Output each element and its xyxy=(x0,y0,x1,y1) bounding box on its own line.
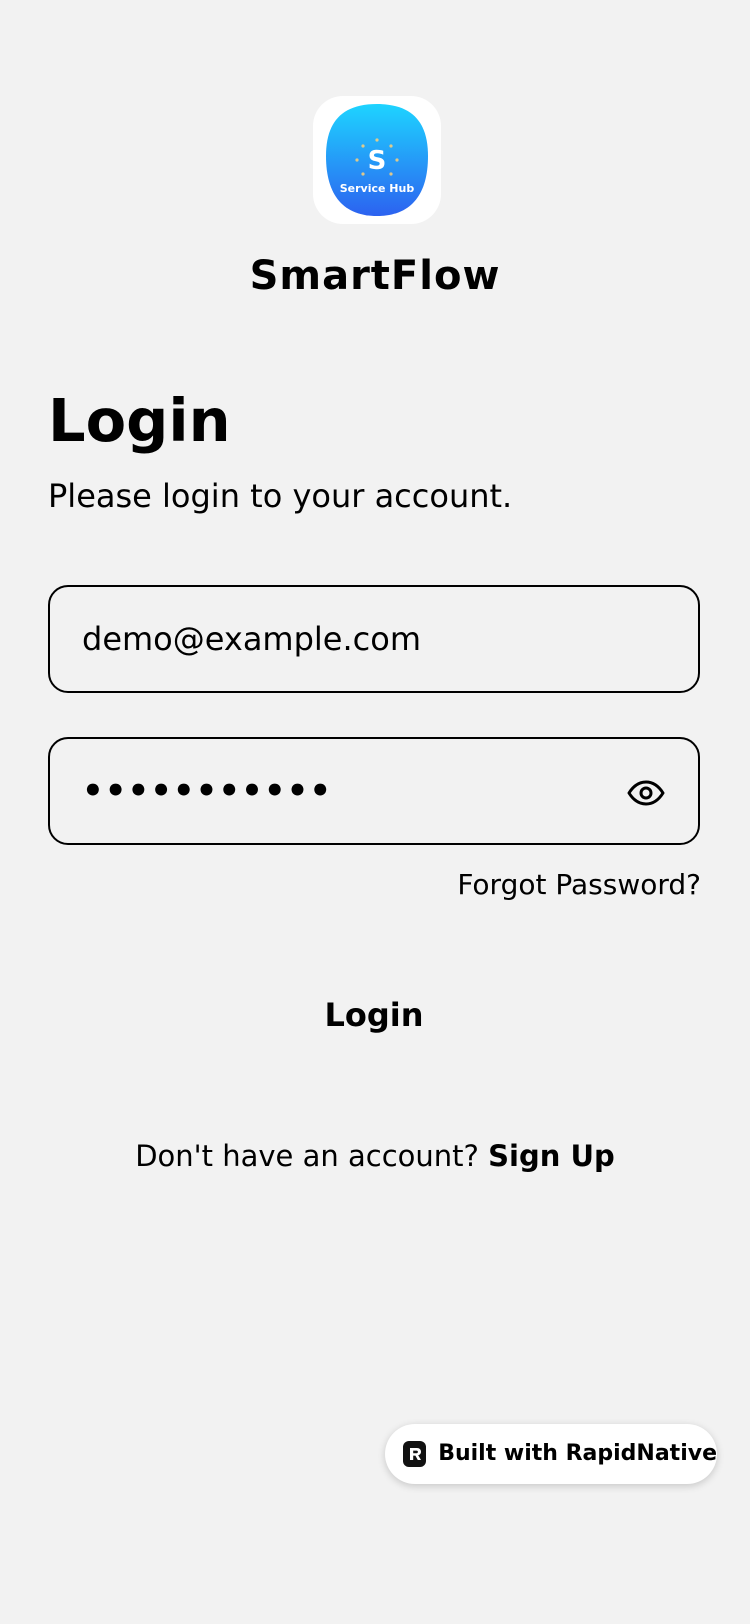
signup-link[interactable]: Sign Up xyxy=(488,1139,615,1173)
email-value: demo@example.com xyxy=(82,620,421,658)
app-name: SmartFlow xyxy=(249,253,501,299)
service-hub-logo-icon: S Service Hub xyxy=(326,104,428,216)
app-logo: S Service Hub xyxy=(313,96,441,224)
eye-icon[interactable] xyxy=(626,773,666,813)
login-button[interactable]: Login xyxy=(48,980,700,1050)
signup-prompt: Don't have an account? xyxy=(135,1139,479,1173)
badge-label: Built with RapidNative xyxy=(438,1441,717,1466)
signup-row: Don't have an account? Sign Up xyxy=(0,1136,750,1176)
password-value: ••••••••••• xyxy=(82,771,333,811)
built-with-badge[interactable]: Built with RapidNative xyxy=(385,1424,717,1484)
rapidnative-logo-icon xyxy=(403,1441,427,1467)
page-subtitle: Please login to your account. xyxy=(48,477,513,515)
email-field[interactable]: demo@example.com xyxy=(48,585,700,693)
page-title: Login xyxy=(48,386,231,455)
password-field[interactable]: ••••••••••• xyxy=(48,737,700,845)
logo-caption: Service Hub xyxy=(340,182,415,195)
forgot-password-link[interactable]: Forgot Password? xyxy=(457,866,701,904)
logo-letter: S xyxy=(368,146,387,176)
